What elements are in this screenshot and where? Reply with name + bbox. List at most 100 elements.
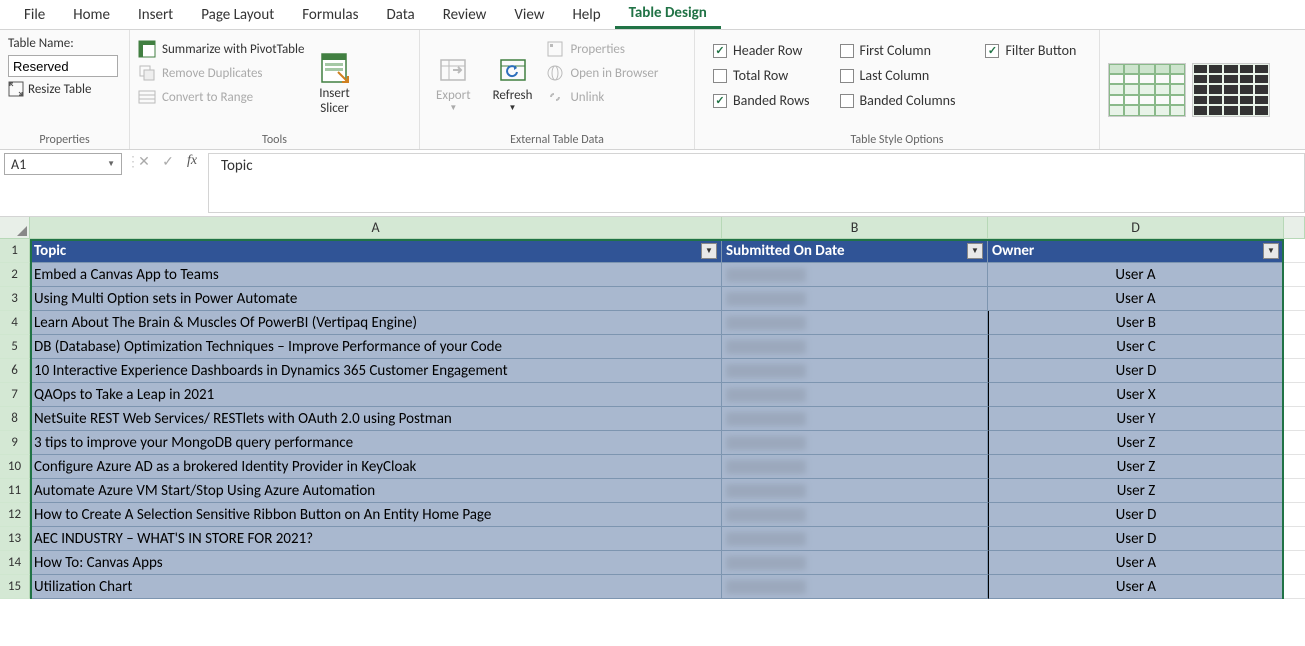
summarize-pivot-button[interactable]: Summarize with PivotTable [138,40,304,58]
cell[interactable] [722,575,988,599]
cell[interactable]: 3 tips to improve your MongoDB query per… [30,431,722,455]
cell[interactable]: User D [988,503,1284,527]
cell[interactable]: Configure Azure AD as a brokered Identit… [30,455,722,479]
cell[interactable]: QAOps to Take a Leap in 2021 [30,383,722,407]
row-header[interactable]: 14 [0,551,30,575]
cell[interactable] [722,311,988,335]
banded-rows-checkbox[interactable]: Banded Rows [713,92,810,109]
open-browser-button[interactable]: Open in Browser [546,64,658,82]
name-box[interactable]: A1 ▼ [4,153,122,175]
tab-data[interactable]: Data [372,2,428,28]
row-header[interactable]: 11 [0,479,30,503]
column-header-empty[interactable] [1284,217,1305,238]
tab-home[interactable]: Home [59,2,124,28]
cell[interactable] [1284,551,1305,575]
filter-dropdown-icon[interactable]: ▼ [967,243,983,259]
cell[interactable]: User A [988,287,1284,311]
tab-insert[interactable]: Insert [124,2,187,28]
row-header[interactable]: 15 [0,575,30,599]
tab-review[interactable]: Review [429,2,501,28]
cell[interactable]: How to Create A Selection Sensitive Ribb… [30,503,722,527]
cell[interactable] [1284,455,1305,479]
cell[interactable] [722,407,988,431]
insert-slicer-button[interactable]: Insert Slicer [310,36,358,131]
convert-range-button[interactable]: Convert to Range [138,88,304,106]
accept-formula-button[interactable]: ✓ [156,153,180,170]
refresh-button[interactable]: Refresh ▼ [485,36,541,131]
cell[interactable] [722,503,988,527]
cell[interactable]: User Y [988,407,1284,431]
cell[interactable] [1284,383,1305,407]
remove-duplicates-button[interactable]: Remove Duplicates [138,64,304,82]
row-header[interactable]: 6 [0,359,30,383]
row-header[interactable]: 13 [0,527,30,551]
name-box-dropdown-icon[interactable]: ▼ [107,159,115,169]
unlink-button[interactable]: Unlink [546,88,658,106]
total-row-checkbox[interactable]: Total Row [713,67,810,84]
cell[interactable] [1284,407,1305,431]
cell[interactable]: Submitted On Date▼ [722,239,988,263]
cell[interactable] [722,431,988,455]
cell[interactable]: Automate Azure VM Start/Stop Using Azure… [30,479,722,503]
cell[interactable] [1284,335,1305,359]
resize-table-button[interactable]: Resize Table [8,81,118,97]
row-header[interactable]: 7 [0,383,30,407]
column-header-a[interactable]: A [30,217,722,238]
tab-page-layout[interactable]: Page Layout [187,2,288,28]
cell[interactable]: User Z [988,479,1284,503]
cell[interactable]: Topic▼ [30,239,722,263]
cell[interactable]: Using Multi Option sets in Power Automat… [30,287,722,311]
cancel-formula-button[interactable]: ✕ [132,153,156,170]
cell[interactable]: User A [988,575,1284,599]
cell[interactable] [722,359,988,383]
tab-formulas[interactable]: Formulas [288,2,372,28]
formula-bar[interactable]: Topic [208,153,1305,213]
cell[interactable]: Learn About The Brain & Muscles Of Power… [30,311,722,335]
cell[interactable]: User B [988,311,1284,335]
cell[interactable] [1284,239,1305,263]
cell[interactable]: User X [988,383,1284,407]
cell[interactable]: User A [988,551,1284,575]
cell[interactable] [1284,263,1305,287]
cell[interactable] [1284,527,1305,551]
cell[interactable] [1284,359,1305,383]
cell[interactable] [722,479,988,503]
export-button[interactable]: Export ▼ [428,36,479,131]
first-column-checkbox[interactable]: First Column [840,42,956,59]
tab-help[interactable]: Help [558,2,614,28]
row-header[interactable]: 3 [0,287,30,311]
cell[interactable] [722,527,988,551]
cell[interactable]: Utilization Chart [30,575,722,599]
cell[interactable]: User D [988,527,1284,551]
cell[interactable]: User A [988,263,1284,287]
cell[interactable] [1284,575,1305,599]
select-all-button[interactable] [0,217,30,238]
cell[interactable]: Embed a Canvas App to Teams [30,263,722,287]
cell[interactable] [1284,431,1305,455]
row-header[interactable]: 2 [0,263,30,287]
cell[interactable] [722,455,988,479]
row-header[interactable]: 5 [0,335,30,359]
row-header[interactable]: 4 [0,311,30,335]
filter-dropdown-icon[interactable]: ▼ [701,243,717,259]
table-style-thumb-1[interactable] [1108,63,1186,117]
tab-file[interactable]: File [10,2,59,28]
row-header[interactable]: 1 [0,239,30,263]
row-header[interactable]: 10 [0,455,30,479]
row-header[interactable]: 9 [0,431,30,455]
cell[interactable]: AEC INDUSTRY – WHAT'S IN STORE FOR 2021? [30,527,722,551]
cell[interactable]: User Z [988,431,1284,455]
cell[interactable]: User D [988,359,1284,383]
cell[interactable] [1284,311,1305,335]
fx-button[interactable]: fx [180,153,204,169]
cell[interactable] [1284,479,1305,503]
cell[interactable]: 10 Interactive Experience Dashboards in … [30,359,722,383]
cell[interactable]: How To: Canvas Apps [30,551,722,575]
column-header-d[interactable]: D [988,217,1284,238]
cell[interactable]: User Z [988,455,1284,479]
filter-dropdown-icon[interactable]: ▼ [1263,243,1279,259]
cell[interactable] [722,335,988,359]
filter-button-checkbox[interactable]: Filter Button [985,42,1076,59]
tab-table-design[interactable]: Table Design [615,0,721,29]
last-column-checkbox[interactable]: Last Column [840,67,956,84]
